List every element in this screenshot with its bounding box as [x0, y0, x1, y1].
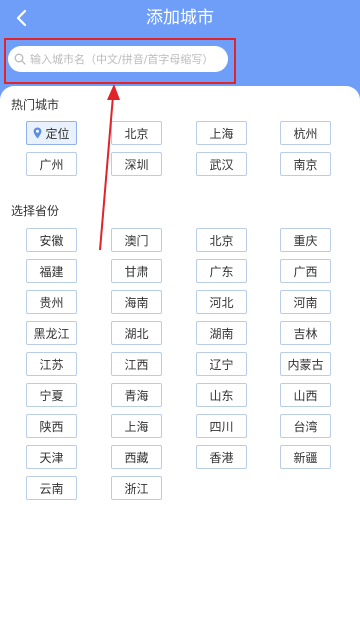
province-chip[interactable]: 贵州 [26, 290, 77, 314]
province-label: 甘肃 [124, 264, 149, 279]
province-chip[interactable]: 甘肃 [111, 259, 162, 283]
province-label: 广西 [293, 264, 318, 279]
province-label: 辽宁 [209, 357, 234, 372]
hot-city-chip[interactable]: 广州 [26, 152, 77, 176]
province-label: 江西 [124, 357, 149, 372]
province-label: 黑龙江 [33, 326, 70, 341]
hot-city-chip[interactable]: 南京 [280, 152, 331, 176]
hot-city-chip[interactable]: 上海 [196, 121, 247, 145]
province-chip[interactable]: 黑龙江 [26, 321, 77, 345]
province-chip[interactable]: 台湾 [280, 414, 331, 438]
province-chip[interactable]: 浙江 [111, 476, 162, 500]
province-chip[interactable]: 香港 [196, 445, 247, 469]
province-chip[interactable]: 新疆 [280, 445, 331, 469]
province-chip[interactable]: 安徽 [26, 228, 77, 252]
search-box[interactable] [8, 46, 228, 72]
page-title: 添加城市 [146, 8, 214, 28]
location-pin-icon [33, 127, 42, 139]
search-input[interactable] [30, 52, 228, 66]
hot-city-label: 深圳 [124, 157, 149, 172]
province-chip[interactable]: 天津 [26, 445, 77, 469]
province-label: 内蒙古 [287, 357, 324, 372]
province-chip[interactable]: 福建 [26, 259, 77, 283]
province-label: 澳门 [124, 233, 149, 248]
province-label: 上海 [124, 419, 149, 434]
province-label: 广东 [209, 264, 234, 279]
province-label: 天津 [39, 450, 64, 465]
province-label: 北京 [209, 233, 234, 248]
hot-city-label: 定位 [45, 126, 70, 141]
hot-cities-title: 热门城市 [11, 98, 60, 112]
province-chip[interactable]: 上海 [111, 414, 162, 438]
province-label: 江苏 [39, 357, 64, 372]
province-chip[interactable]: 内蒙古 [280, 352, 331, 376]
province-chip[interactable]: 湖南 [196, 321, 247, 345]
hot-city-chip[interactable]: 杭州 [280, 121, 331, 145]
province-chip[interactable]: 青海 [111, 383, 162, 407]
hot-city-label: 南京 [293, 157, 318, 172]
province-label: 新疆 [293, 450, 318, 465]
province-label: 云南 [39, 481, 64, 496]
province-label: 四川 [209, 419, 234, 434]
province-chip[interactable]: 湖北 [111, 321, 162, 345]
province-chip[interactable]: 广西 [280, 259, 331, 283]
province-label: 河南 [293, 295, 318, 310]
province-chip[interactable]: 河北 [196, 290, 247, 314]
hot-city-label: 广州 [39, 157, 64, 172]
province-chip[interactable]: 四川 [196, 414, 247, 438]
hot-city-label: 北京 [124, 126, 149, 141]
province-label: 西藏 [124, 450, 149, 465]
province-label: 浙江 [124, 481, 149, 496]
province-label: 山东 [209, 388, 234, 403]
hot-city-label: 杭州 [293, 126, 318, 141]
province-label: 河北 [209, 295, 234, 310]
province-label: 安徽 [39, 233, 64, 248]
province-label: 湖南 [209, 326, 234, 341]
province-chip[interactable]: 吉林 [280, 321, 331, 345]
province-label: 重庆 [293, 233, 318, 248]
province-chip[interactable]: 广东 [196, 259, 247, 283]
province-label: 陕西 [39, 419, 64, 434]
province-chip[interactable]: 西藏 [111, 445, 162, 469]
province-label: 吉林 [293, 326, 318, 341]
search-icon [14, 53, 26, 65]
province-chip[interactable]: 澳门 [111, 228, 162, 252]
province-chip[interactable]: 江西 [111, 352, 162, 376]
province-label: 福建 [39, 264, 64, 279]
province-chip[interactable]: 海南 [111, 290, 162, 314]
province-chip[interactable]: 重庆 [280, 228, 331, 252]
province-title: 选择省份 [11, 204, 60, 218]
province-label: 湖北 [124, 326, 149, 341]
hot-city-label: 武汉 [209, 157, 234, 172]
province-label: 香港 [209, 450, 234, 465]
province-label: 台湾 [293, 419, 318, 434]
province-chip[interactable]: 陕西 [26, 414, 77, 438]
province-chip[interactable]: 云南 [26, 476, 77, 500]
province-label: 山西 [293, 388, 318, 403]
province-chip[interactable]: 北京 [196, 228, 247, 252]
hot-city-chip[interactable]: 深圳 [111, 152, 162, 176]
province-chip[interactable]: 宁夏 [26, 383, 77, 407]
province-chip[interactable]: 江苏 [26, 352, 77, 376]
province-chip[interactable]: 河南 [280, 290, 331, 314]
province-chip[interactable]: 山东 [196, 383, 247, 407]
hot-city-chip[interactable]: 武汉 [196, 152, 247, 176]
province-chip[interactable]: 辽宁 [196, 352, 247, 376]
locate-button[interactable]: 定位 [26, 121, 77, 145]
province-label: 贵州 [39, 295, 64, 310]
province-label: 宁夏 [39, 388, 64, 403]
province-label: 青海 [124, 388, 149, 403]
province-chip[interactable]: 山西 [280, 383, 331, 407]
province-label: 海南 [124, 295, 149, 310]
hot-city-chip[interactable]: 北京 [111, 121, 162, 145]
hot-city-label: 上海 [209, 126, 234, 141]
